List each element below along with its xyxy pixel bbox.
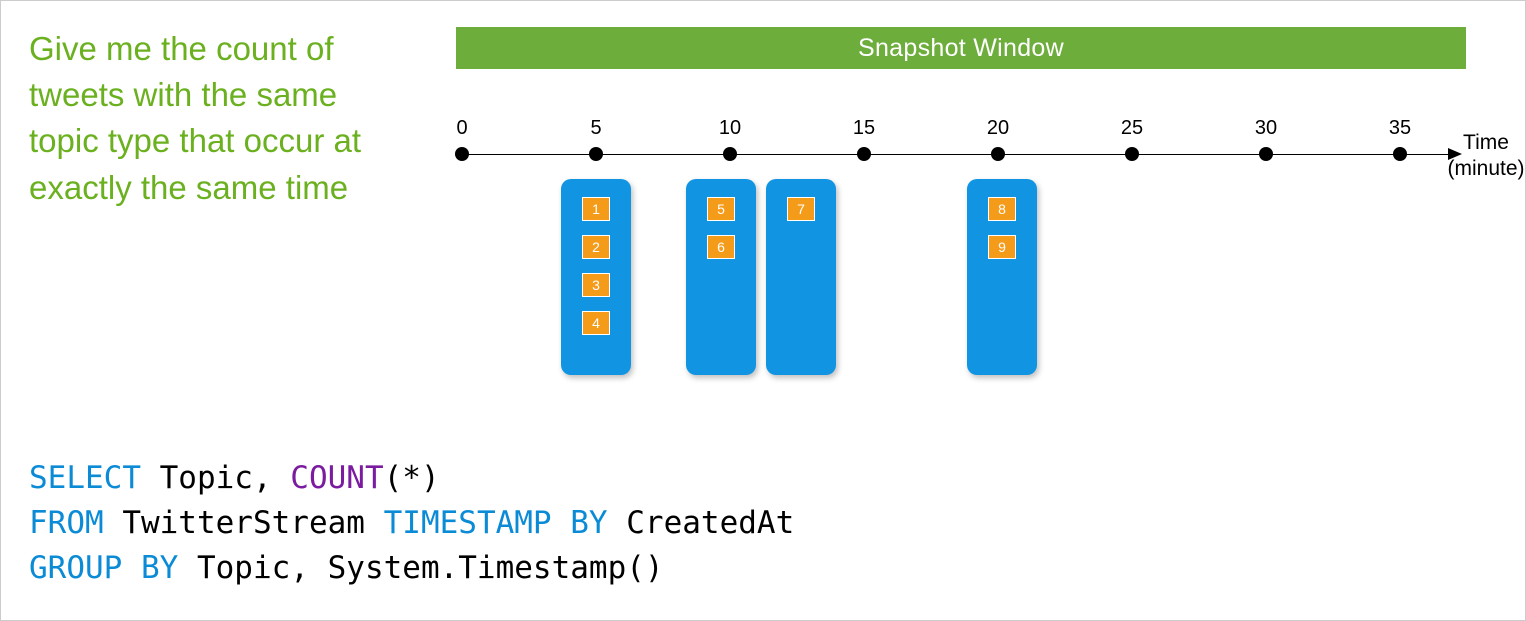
event: 7 xyxy=(787,197,815,221)
sql-text: TwitterStream xyxy=(104,505,384,541)
tick-dot xyxy=(589,147,603,161)
event-groups: 123456789 xyxy=(456,179,1456,389)
tick-label: 35 xyxy=(1389,117,1411,140)
sql-keyword-count: COUNT xyxy=(290,460,383,496)
axis-subtitle: (minute) xyxy=(1446,157,1526,181)
tick-label: 25 xyxy=(1121,117,1143,140)
axis-title: Time xyxy=(1446,131,1526,155)
tick-dot xyxy=(723,147,737,161)
sql-query: SELECT Topic, COUNT(*) FROM TwitterStrea… xyxy=(29,456,794,591)
sql-keyword-timestamp-by: TIMESTAMP BY xyxy=(384,505,608,541)
event: 4 xyxy=(582,311,610,335)
sql-text: (*) xyxy=(384,460,440,496)
tick-dot xyxy=(1259,147,1273,161)
tick-dot xyxy=(455,147,469,161)
event: 5 xyxy=(707,197,735,221)
tick-dot xyxy=(1393,147,1407,161)
tick-label: 15 xyxy=(853,117,875,140)
event: 9 xyxy=(988,235,1016,259)
tick-label: 5 xyxy=(590,117,601,140)
tick-label: 30 xyxy=(1255,117,1277,140)
event-group: 89 xyxy=(967,179,1037,375)
event: 6 xyxy=(707,235,735,259)
description-text: Give me the count of tweets with the sam… xyxy=(29,26,389,211)
sql-keyword-from: FROM xyxy=(29,505,104,541)
event-group: 56 xyxy=(686,179,756,375)
axis-line xyxy=(456,154,1456,155)
tick-label: 0 xyxy=(456,117,467,140)
tick-dot xyxy=(857,147,871,161)
event: 2 xyxy=(582,235,610,259)
sql-text: CreatedAt xyxy=(608,505,795,541)
event: 8 xyxy=(988,197,1016,221)
tick-label: 10 xyxy=(719,117,741,140)
snapshot-window-header: Snapshot Window xyxy=(456,27,1466,69)
event: 3 xyxy=(582,273,610,297)
sql-text: Topic, System.Timestamp() xyxy=(178,550,663,586)
sql-text: Topic, xyxy=(141,460,290,496)
event: 1 xyxy=(582,197,610,221)
timeline: 05101520253035 Time (minute) xyxy=(456,101,1486,191)
tick-dot xyxy=(1125,147,1139,161)
sql-keyword-select: SELECT xyxy=(29,460,141,496)
tick-dot xyxy=(991,147,1005,161)
tick-label: 20 xyxy=(987,117,1009,140)
sql-keyword-group-by: GROUP BY xyxy=(29,550,178,586)
event-group: 1 2 3 4 xyxy=(561,179,631,375)
event-group: 7 xyxy=(766,179,836,375)
